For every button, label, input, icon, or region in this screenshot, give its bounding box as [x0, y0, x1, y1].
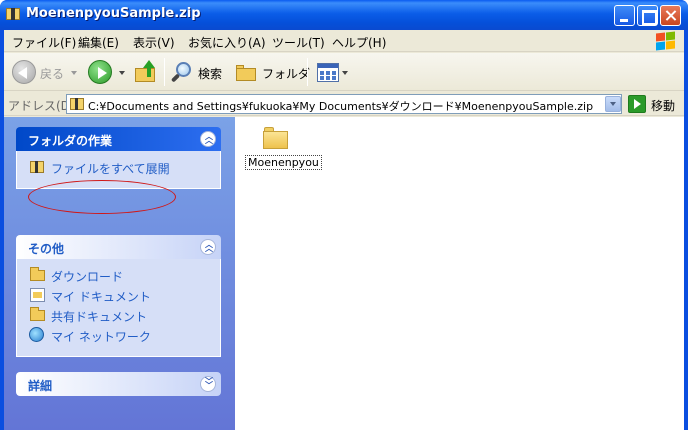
zip-folder-icon: [70, 98, 84, 110]
forward-arrow-icon: [98, 67, 107, 79]
views-icon[interactable]: [317, 63, 339, 82]
toolbar: 戻る 検索 フォルダ: [4, 53, 684, 91]
collapse-icon[interactable]: ︿ ︿: [200, 239, 216, 255]
other-places-panel: ダウンロード マイ ドキュメント 共有ドキュメント マイ ネットワーク: [16, 259, 221, 357]
menu-view[interactable]: 表示(V): [133, 34, 175, 51]
go-button[interactable]: 移動: [651, 97, 675, 114]
title-bar[interactable]: MoenenpyouSample.zip: [0, 0, 688, 30]
toolbar-separator: [164, 58, 165, 86]
back-button[interactable]: [12, 60, 36, 84]
folder-icon: [30, 307, 45, 321]
back-label[interactable]: 戻る: [40, 65, 64, 82]
menu-file[interactable]: ファイル(F): [12, 34, 76, 51]
details-title: 詳細: [28, 379, 53, 393]
address-dropdown-icon[interactable]: [605, 96, 621, 112]
search-icon[interactable]: [170, 62, 194, 86]
back-arrow-icon: [18, 67, 27, 79]
other-item-label[interactable]: ダウンロード: [51, 268, 123, 285]
maximize-button[interactable]: [637, 5, 658, 26]
views-dropdown-icon[interactable]: [342, 71, 348, 75]
other-item-label[interactable]: 共有ドキュメント: [51, 308, 147, 325]
file-item-label[interactable]: Moenenpyou: [245, 155, 322, 170]
documents-icon: [30, 288, 45, 302]
expand-icon[interactable]: ﹀ ﹀: [200, 376, 216, 392]
other-places-header[interactable]: その他 ︿ ︿: [16, 235, 221, 259]
up-folder-button[interactable]: [135, 60, 157, 84]
address-label: アドレス(D): [8, 99, 75, 113]
windows-logo-icon: [654, 31, 676, 51]
address-input[interactable]: C:¥Documents and Settings¥fukuoka¥My Doc…: [66, 94, 622, 114]
folder-icon[interactable]: [263, 125, 289, 149]
folder-tasks-title: フォルダの作業: [28, 134, 113, 148]
close-button[interactable]: [660, 5, 681, 26]
forward-dropdown-icon[interactable]: [119, 71, 125, 75]
back-dropdown-icon[interactable]: [71, 71, 77, 75]
toolbar-separator: [307, 58, 308, 86]
folder-tasks-header[interactable]: フォルダの作業 ︿ ︿: [16, 127, 221, 151]
address-bar: アドレス(D) C:¥Documents and Settings¥fukuok…: [4, 92, 684, 116]
menu-tools[interactable]: ツール(T): [272, 34, 325, 51]
task-pane: フォルダの作業 ︿ ︿ ファイルをすべて展開 その他 ︿ ︿ ダウンロード マイ…: [4, 117, 235, 430]
file-list-area[interactable]: Moenenpyou: [235, 117, 684, 430]
folders-icon[interactable]: [236, 64, 258, 82]
go-arrow-icon[interactable]: [628, 95, 646, 113]
minimize-button[interactable]: [614, 5, 635, 26]
menu-favorites[interactable]: お気に入り(A): [188, 34, 266, 51]
other-places-title: その他: [28, 242, 65, 256]
folders-button[interactable]: フォルダ: [262, 65, 310, 82]
zip-folder-icon: [6, 8, 20, 20]
folder-icon: [30, 267, 45, 281]
search-button[interactable]: 検索: [198, 65, 222, 82]
other-item-label[interactable]: マイ ネットワーク: [51, 328, 151, 345]
address-value[interactable]: C:¥Documents and Settings¥fukuoka¥My Doc…: [88, 98, 593, 114]
forward-button[interactable]: [88, 60, 112, 84]
menu-edit[interactable]: 編集(E): [78, 34, 119, 51]
zip-folder-icon: [30, 161, 44, 173]
client-area: ファイル(F) 編集(E) 表示(V) お気に入り(A) ツール(T) ヘルプ(…: [4, 30, 684, 430]
other-item-label[interactable]: マイ ドキュメント: [51, 288, 151, 305]
details-header[interactable]: 詳細 ﹀ ﹀: [16, 372, 221, 396]
network-icon: [29, 327, 44, 342]
explorer-window: MoenenpyouSample.zip ファイル(F) 編集(E) 表示(V)…: [0, 0, 688, 430]
collapse-icon[interactable]: ︿ ︿: [200, 131, 216, 147]
extract-all-label[interactable]: ファイルをすべて展開: [51, 160, 170, 177]
menu-bar: ファイル(F) 編集(E) 表示(V) お気に入り(A) ツール(T) ヘルプ(…: [4, 30, 684, 52]
highlight-ellipse: [28, 180, 176, 214]
window-title: MoenenpyouSample.zip: [26, 6, 201, 21]
menu-help[interactable]: ヘルプ(H): [332, 34, 386, 51]
